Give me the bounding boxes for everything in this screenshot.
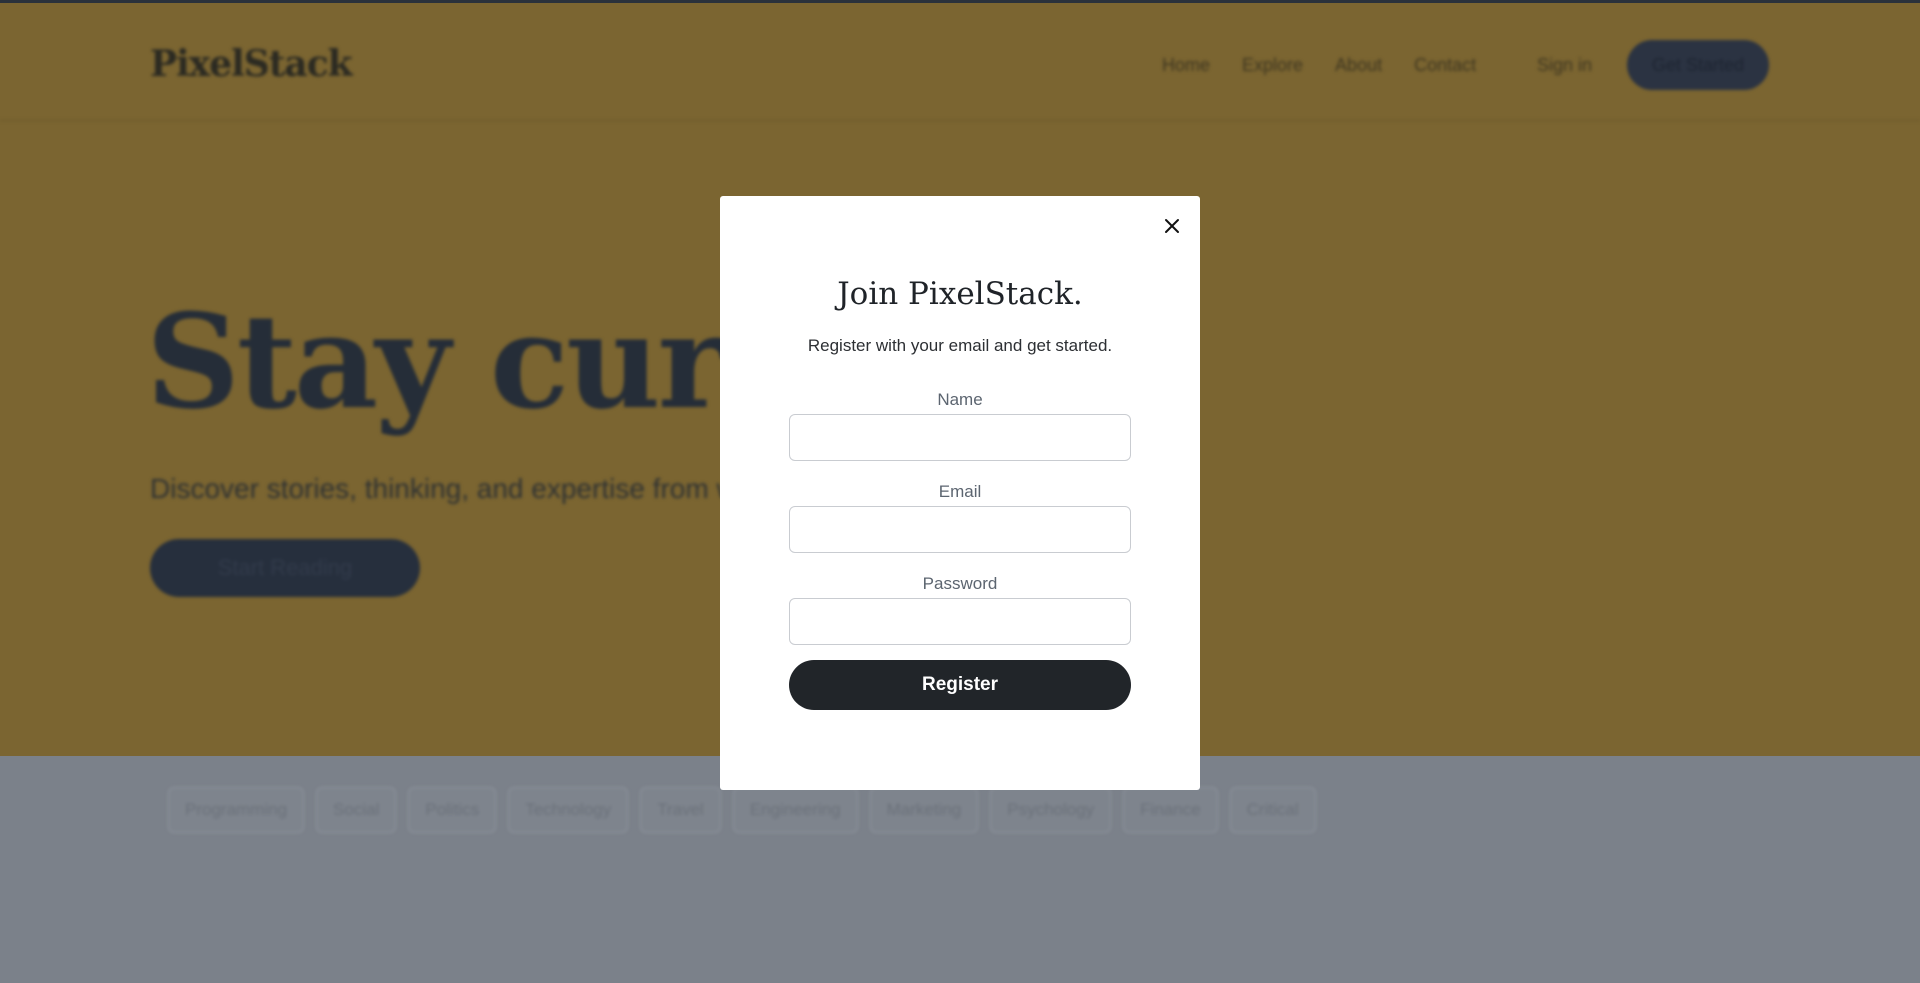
register-modal: Join PixelStack. Register with your emai…: [720, 196, 1200, 790]
modal-subtitle: Register with your email and get started…: [807, 336, 1113, 355]
name-label: Name: [937, 390, 983, 409]
email-field[interactable]: [789, 506, 1131, 553]
email-label: Email: [938, 482, 982, 501]
close-button[interactable]: [1159, 213, 1185, 239]
password-label: Password: [922, 574, 998, 593]
password-field[interactable]: [789, 598, 1131, 645]
register-button[interactable]: Register: [789, 660, 1131, 710]
modal-title: Join PixelStack.: [837, 276, 1083, 312]
name-field[interactable]: [789, 414, 1131, 461]
close-icon: [1165, 219, 1179, 233]
